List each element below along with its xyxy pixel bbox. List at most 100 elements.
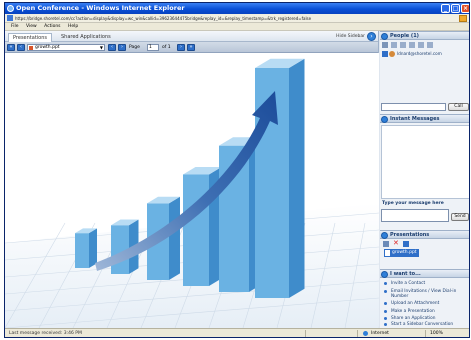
address-field[interactable]: https://bridge.shoretel.com/cc?action=di… <box>15 14 455 23</box>
call-button[interactable]: Call <box>448 103 469 111</box>
content-area: Presentations Shared Applications Hide S… <box>5 31 469 328</box>
presentation-file-name: growth.ppt <box>392 250 417 255</box>
bullet-icon <box>384 323 387 326</box>
page-label: Page <box>129 45 140 50</box>
maximize-button[interactable]: □ <box>451 4 460 13</box>
menu-help[interactable]: Help <box>68 24 78 29</box>
file-select[interactable]: growth.ppt ▼ <box>27 44 105 51</box>
call-input[interactable] <box>381 103 446 111</box>
status-divider <box>305 330 306 337</box>
present-icon[interactable] <box>403 241 409 247</box>
page-of-label: of 1 <box>162 45 171 50</box>
go-button[interactable] <box>459 15 467 22</box>
globe-icon <box>363 331 368 336</box>
first-slide-button[interactable]: « <box>7 44 15 51</box>
tab-presentations[interactable]: Presentations <box>8 33 53 42</box>
status-bar: Last message received: 3:46 PM Internet … <box>5 328 469 337</box>
presentation-toolbar: « ‹ growth.ppt ▼ ‹ › Page 1 of 1 › » <box>5 42 378 53</box>
action-label: Upload an Attachment <box>391 301 440 306</box>
bar-side <box>89 228 97 268</box>
upload-icon[interactable] <box>383 241 389 247</box>
menu-bar: File View Actions Help <box>5 23 469 31</box>
chart-bar <box>75 228 97 268</box>
participant-email: ldnard@shoretel.com <box>397 51 442 56</box>
bar-side <box>169 196 180 280</box>
tab-shared-applications[interactable]: Shared Applications <box>57 33 115 42</box>
minimize-button[interactable]: _ <box>441 4 450 13</box>
action-email-invitations[interactable]: Email Invitations / View Dial-in Number <box>384 289 468 299</box>
delete-icon[interactable]: ✕ <box>393 240 399 247</box>
action-upload-attachment[interactable]: Upload an Attachment <box>384 301 468 306</box>
instant-messages-header[interactable]: Instant Messages <box>380 114 469 123</box>
i-want-to-title: I want to... <box>390 271 421 277</box>
security-zone[interactable]: Internet <box>363 329 389 337</box>
ppt-file-icon <box>385 250 390 256</box>
next-page-button[interactable]: › <box>118 44 126 51</box>
i-want-to-header[interactable]: I want to... <box>380 269 469 278</box>
browser-window: Open Conference - Windows Internet Explo… <box>4 2 470 338</box>
bar-side <box>289 58 305 299</box>
close-button[interactable]: × <box>461 4 469 13</box>
status-divider <box>425 330 426 337</box>
lock-icon[interactable] <box>427 42 433 48</box>
action-make-presentation[interactable]: Make a Presentation <box>384 309 468 314</box>
bullet-icon <box>384 282 387 285</box>
bullet-icon <box>384 317 387 320</box>
action-invite-contact[interactable]: Invite a Contact <box>384 281 468 286</box>
bar-front <box>183 174 209 286</box>
action-label: Make a Presentation <box>391 309 435 314</box>
file-select-value: growth.ppt <box>35 45 60 50</box>
people-title: People (1) <box>390 33 419 39</box>
message-input-label: Type your message here <box>382 201 444 206</box>
mute-icon[interactable] <box>391 42 397 48</box>
tab-bar: Presentations Shared Applications Hide S… <box>5 31 378 42</box>
send-button[interactable]: Send <box>451 213 469 221</box>
presentations-header[interactable]: Presentations <box>380 230 469 239</box>
people-header[interactable]: People (1) <box>380 31 469 40</box>
phone-icon[interactable] <box>382 42 388 48</box>
zone-label: Internet <box>371 331 389 336</box>
action-share-application[interactable]: Share an Application <box>384 316 468 321</box>
next-slide-button[interactable]: › <box>177 44 185 51</box>
people-icon <box>381 33 388 40</box>
action-start-sidebar[interactable]: Start a Sidebar Conversation <box>384 322 468 327</box>
slide-canvas <box>5 53 379 328</box>
status-text: Last message received: 3:46 PM <box>9 331 82 336</box>
presentations-icon <box>381 232 388 239</box>
action-label: Start a Sidebar Conversation <box>391 322 454 327</box>
instant-messages-title: Instant Messages <box>390 116 440 122</box>
sidebar: People (1) ldnard@shoretel.com Call Inst… <box>380 31 469 328</box>
address-bar: https://bridge.shoretel.com/cc?action=di… <box>5 14 469 23</box>
title-bar: Open Conference - Windows Internet Explo… <box>5 3 469 14</box>
chart-bar <box>255 58 305 299</box>
hold-icon[interactable] <box>409 42 415 48</box>
menu-actions[interactable]: Actions <box>44 24 60 29</box>
previous-page-button[interactable]: ‹ <box>108 44 116 51</box>
mail-icon[interactable] <box>418 42 424 48</box>
hide-sidebar-link[interactable]: Hide Sidebar <box>336 31 365 42</box>
arrow-right-icon[interactable]: › <box>367 32 376 41</box>
bullet-icon <box>384 290 387 293</box>
message-input[interactable] <box>381 209 449 222</box>
message-history <box>381 125 469 199</box>
zoom-control[interactable]: 100% <box>430 329 443 337</box>
checkbox-icon[interactable] <box>382 51 388 57</box>
page-icon <box>7 15 13 21</box>
headset-icon[interactable] <box>400 42 406 48</box>
status-divider <box>357 330 358 337</box>
menu-file[interactable]: File <box>11 24 19 29</box>
action-label: Email Invitations / View Dial-in Number <box>391 289 457 299</box>
presentations-title: Presentations <box>390 232 430 238</box>
person-icon <box>389 51 395 57</box>
action-label: Invite a Contact <box>391 281 426 286</box>
presentation-file-item[interactable]: growth.ppt <box>384 249 419 257</box>
ie-icon <box>7 5 14 12</box>
menu-view[interactable]: View <box>26 24 37 29</box>
bar-front <box>75 233 89 268</box>
bullet-icon <box>384 302 387 305</box>
page-select[interactable]: 1 <box>147 44 159 51</box>
messages-icon <box>381 116 388 123</box>
previous-slide-button[interactable]: ‹ <box>17 44 25 51</box>
last-slide-button[interactable]: » <box>187 44 195 51</box>
actions-icon <box>381 271 388 278</box>
